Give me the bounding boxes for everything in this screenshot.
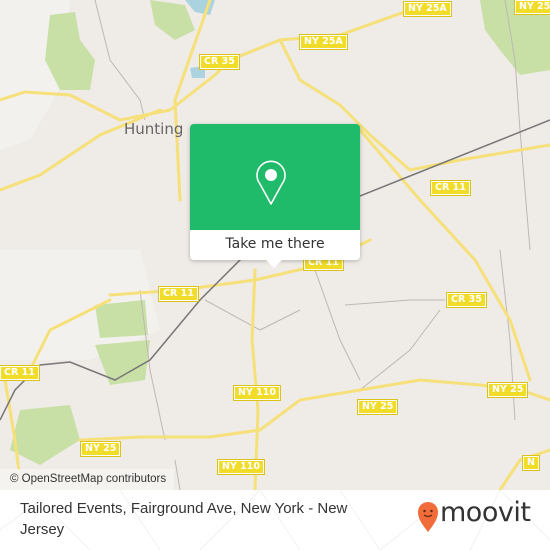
popup-header <box>190 124 360 230</box>
park-area <box>150 0 195 40</box>
road-shield: CR 35 <box>446 292 487 308</box>
park-area <box>95 300 148 338</box>
road-shield: NY 25 <box>486 382 529 398</box>
place-label-huntington: Hunting <box>124 120 184 138</box>
road-shield: NY 25A <box>403 1 452 17</box>
road-shield: NY 25A <box>514 0 550 15</box>
park-area <box>95 340 150 385</box>
road-shield: NY 110 <box>217 459 265 475</box>
take-me-there-button[interactable]: Take me there <box>190 230 360 260</box>
road-shield: CR 11 <box>158 286 199 302</box>
popup-pointer <box>265 259 283 268</box>
map-pin-icon <box>256 160 286 205</box>
moovit-wordmark: moovit <box>440 497 531 528</box>
road-shield: CR 11 <box>0 365 40 381</box>
park-area <box>10 405 80 465</box>
road-shield: NY 110 <box>233 385 281 401</box>
map-attribution[interactable]: © OpenStreetMap contributors <box>0 469 175 490</box>
road-shield: NY 25A <box>299 34 348 50</box>
location-address: Tailored Events, Fairground Ave, New Yor… <box>20 500 348 538</box>
road-shield: CR 35 <box>199 54 240 70</box>
moovit-pin-icon <box>418 502 438 532</box>
road-shield: NY 25 <box>356 399 399 415</box>
road-shield: CR 11 <box>430 180 471 196</box>
road-shield: N <box>522 455 540 471</box>
map-view[interactable]: Hunting CR 35 NY 25A NY 25A NY 25A CR 11… <box>0 0 550 490</box>
location-popup[interactable]: Take me there <box>190 124 360 268</box>
footer: Tailored Events, Fairground Ave, New Yor… <box>0 490 550 550</box>
road-shield: NY 25 <box>79 441 122 457</box>
